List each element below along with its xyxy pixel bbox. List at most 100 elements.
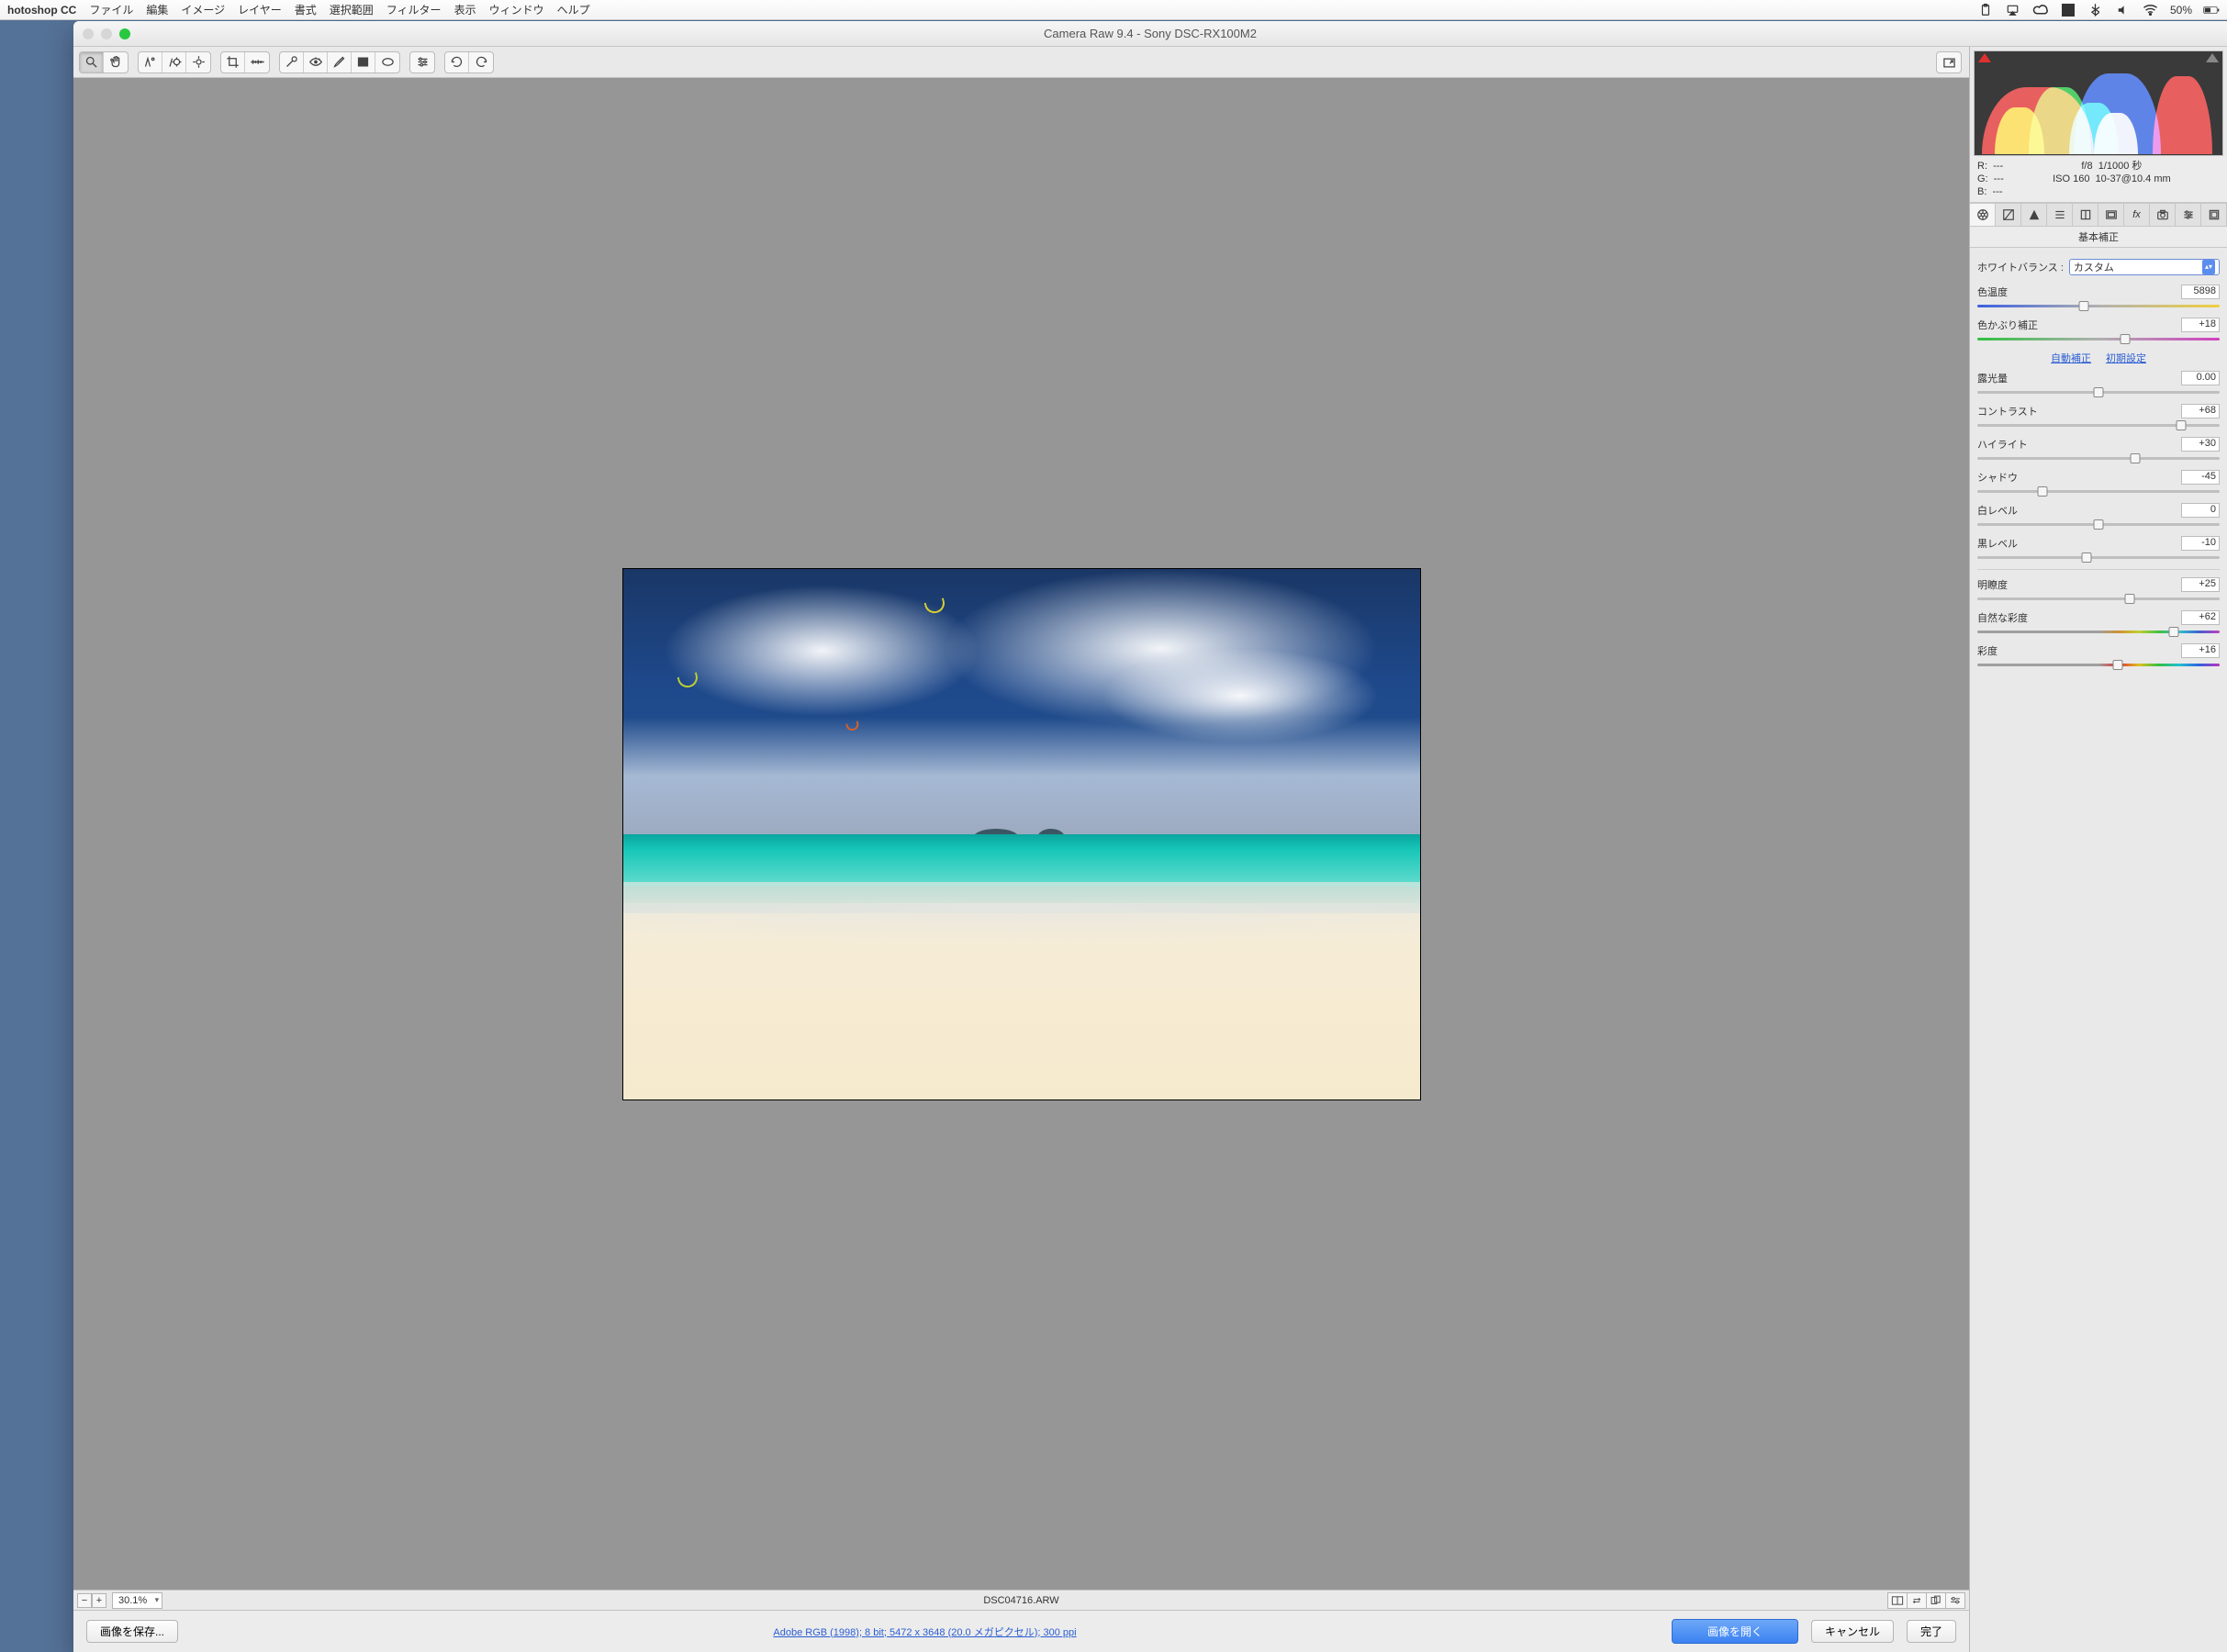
tab-snapshots[interactable] [2201,204,2227,226]
highlights-slider[interactable] [1977,453,2220,463]
volume-icon[interactable] [2115,3,2132,17]
workflow-options-link[interactable]: Adobe RGB (1998); 8 bit; 5472 x 3648 (20… [773,1624,1076,1639]
window-zoom-button[interactable] [119,28,130,39]
clarity-value[interactable]: +25 [2181,577,2220,592]
contrast-value[interactable]: +68 [2181,404,2220,419]
spot-removal-tool[interactable] [280,52,304,73]
menu-type[interactable]: 書式 [295,2,317,17]
whites-value[interactable]: 0 [2181,503,2220,518]
exposure-slider[interactable] [1977,387,2220,396]
straighten-tool[interactable] [245,52,269,73]
airplay-icon[interactable] [2005,3,2021,17]
auto-link[interactable]: 自動補正 [2051,353,2091,364]
tab-split-toning[interactable] [2073,204,2098,226]
menu-window[interactable]: ウィンドウ [489,2,544,17]
vibrance-label: 自然な彩度 [1977,610,2028,625]
tab-detail[interactable] [2021,204,2047,226]
preview-area[interactable] [73,78,1969,1590]
wifi-icon[interactable] [2143,3,2159,17]
tab-lens-corrections[interactable] [2098,204,2124,226]
adjustment-brush-tool[interactable] [328,52,352,73]
menubar-app-name[interactable]: hotoshop CC [7,4,76,17]
saturation-label: 彩度 [1977,643,1998,658]
tab-effects[interactable]: fx [2124,204,2150,226]
exposure-value[interactable]: 0.00 [2181,371,2220,385]
bluetooth-icon[interactable] [2087,3,2104,17]
preview-image [622,568,1421,1100]
vibrance-slider[interactable] [1977,627,2220,636]
white-balance-select[interactable]: カスタム ▴▾ [2069,259,2220,275]
fullscreen-toggle[interactable] [1937,52,1961,73]
shadow-clip-indicator[interactable] [1978,53,1991,62]
menu-view[interactable]: 表示 [454,2,476,17]
shadows-value[interactable]: -45 [2181,470,2220,485]
battery-percent: 50% [2170,4,2192,17]
open-image-button[interactable]: 画像を開く [1672,1619,1798,1644]
window-minimize-button[interactable] [101,28,112,39]
hand-tool[interactable] [104,52,128,73]
temperature-slider[interactable] [1977,301,2220,310]
tint-slider[interactable] [1977,334,2220,343]
rgb-g-value: --- [1994,173,2004,184]
clarity-slider[interactable] [1977,594,2220,603]
tab-camera-calibration[interactable] [2150,204,2176,226]
whites-slider[interactable] [1977,519,2220,529]
creative-cloud-icon[interactable] [2032,3,2049,17]
swap-before-after[interactable] [1907,1592,1927,1609]
camera-raw-window: Camera Raw 9.4 - Sony DSC-RX100M2 [73,21,2227,1652]
default-link[interactable]: 初期設定 [2106,353,2146,364]
tab-basic[interactable] [1970,204,1996,226]
shadows-label: シャドウ [1977,470,2018,485]
red-eye-tool[interactable] [304,52,328,73]
saturation-slider[interactable] [1977,660,2220,669]
shadows-slider[interactable] [1977,486,2220,496]
preview-preferences[interactable] [1945,1592,1965,1609]
graduated-filter-tool[interactable] [352,52,375,73]
clipboard-icon[interactable] [1977,3,1994,17]
menu-help[interactable]: ヘルプ [557,2,590,17]
radial-filter-tool[interactable] [375,52,399,73]
rotate-ccw-tool[interactable] [445,52,469,73]
preferences-tool[interactable] [410,52,434,73]
menu-select[interactable]: 選択範囲 [330,2,374,17]
menu-file[interactable]: ファイル [89,2,133,17]
menu-image[interactable]: イメージ [181,2,225,17]
blacks-value[interactable]: -10 [2181,536,2220,551]
targeted-adjustment-tool[interactable] [186,52,210,73]
window-close-button[interactable] [83,28,94,39]
tab-tone-curve[interactable] [1996,204,2021,226]
highlight-clip-indicator[interactable] [2206,53,2219,62]
rgb-r-label: R: [1977,161,1987,172]
tab-hsl[interactable] [2047,204,2073,226]
histogram[interactable] [1974,50,2223,156]
saturation-value[interactable]: +16 [2181,643,2220,658]
before-after-toggle[interactable] [1887,1592,1908,1609]
highlights-value[interactable]: +30 [2181,437,2220,452]
contrast-label: コントラスト [1977,404,2038,419]
vibrance-value[interactable]: +62 [2181,610,2220,625]
cancel-button[interactable]: キャンセル [1811,1620,1894,1643]
tint-value[interactable]: +18 [2181,318,2220,332]
temperature-value[interactable]: 5898 [2181,285,2220,299]
tab-presets[interactable] [2176,204,2201,226]
menu-layer[interactable]: レイヤー [238,2,282,17]
battery-icon[interactable] [2203,3,2220,17]
app-icon[interactable] [2060,3,2076,17]
image-info: R: --- G: --- B: --- f/8 1/1000 秒 ISO 16… [1970,156,2227,203]
zoom-tool[interactable] [80,52,104,73]
contrast-slider[interactable] [1977,420,2220,430]
menu-filter[interactable]: フィルター [386,2,442,17]
menu-edit[interactable]: 編集 [146,2,168,17]
highlights-label: ハイライト [1977,437,2028,452]
zoom-level-select[interactable]: 30.1% [112,1592,162,1609]
zoom-out-button[interactable]: − [77,1593,92,1608]
color-sampler-tool[interactable] [162,52,186,73]
white-balance-tool[interactable] [139,52,162,73]
copy-settings-button[interactable] [1926,1592,1946,1609]
crop-tool[interactable] [221,52,245,73]
done-button[interactable]: 完了 [1907,1620,1956,1643]
save-image-button[interactable]: 画像を保存... [86,1620,178,1643]
rotate-cw-tool[interactable] [469,52,493,73]
blacks-slider[interactable] [1977,553,2220,562]
zoom-in-button[interactable]: + [92,1593,106,1608]
